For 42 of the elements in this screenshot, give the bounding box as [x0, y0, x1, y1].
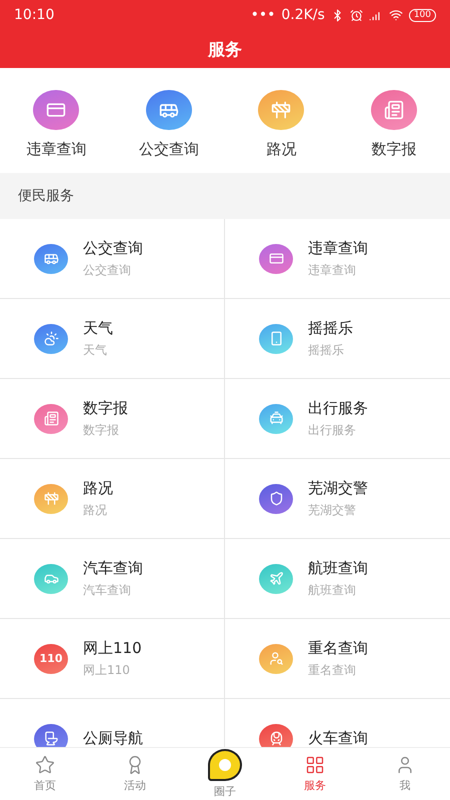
- quick-link[interactable]: 路况: [225, 90, 338, 160]
- wifi-icon: [388, 8, 403, 22]
- car-icon: [268, 411, 284, 426]
- tab[interactable]: 首页: [0, 748, 90, 800]
- bus-icon: [44, 251, 58, 266]
- grid-icon: [305, 755, 325, 775]
- star-icon: [35, 755, 55, 775]
- service-item[interactable]: 汽车查询 汽车查询: [0, 539, 225, 620]
- service-item[interactable]: 航班查询 航班查询: [225, 539, 450, 620]
- weather-icon: [44, 331, 58, 346]
- newspaper-icon: [44, 411, 58, 426]
- battery-level: 100: [408, 8, 436, 22]
- plane-icon: [268, 571, 284, 586]
- section-title: 便民服务: [18, 187, 74, 206]
- person-search-icon: [268, 651, 284, 666]
- service-item[interactable]: 芜湖交警 芜湖交警: [225, 459, 450, 540]
- service-item[interactable]: 摇摇乐 摇摇乐: [225, 299, 450, 380]
- service-item[interactable]: 重名查询 重名查询: [225, 619, 450, 700]
- page-title: 服务: [208, 38, 242, 60]
- quick-link[interactable]: 违章查询: [0, 90, 112, 160]
- tab[interactable]: 活动: [90, 748, 180, 800]
- service-item[interactable]: 110 网上110 网上110: [0, 619, 225, 700]
- service-item[interactable]: 公交查询 公交查询: [0, 219, 225, 300]
- newspaper-icon: [384, 100, 404, 120]
- service-item[interactable]: 违章查询 违章查询: [225, 219, 450, 300]
- police-icon: [268, 491, 284, 506]
- service-item[interactable]: 出行服务 出行服务: [225, 379, 450, 460]
- alarm-icon: [350, 8, 363, 22]
- phone-icon: [268, 331, 284, 346]
- service-item[interactable]: 路况 路况: [0, 459, 225, 540]
- tab[interactable]: 我: [360, 748, 450, 800]
- quick-link[interactable]: 数字报: [338, 90, 450, 160]
- card-icon: [268, 251, 284, 266]
- quick-link[interactable]: 公交查询: [112, 90, 225, 160]
- network-speed: 0.2K/s: [281, 7, 325, 23]
- tab[interactable]: 服务: [270, 748, 360, 800]
- tab[interactable]: 圈子: [180, 748, 270, 800]
- icon-label: 110: [40, 652, 62, 666]
- clock: 10:10: [14, 7, 54, 23]
- service-item[interactable]: 天气 天气: [0, 299, 225, 380]
- service-item[interactable]: 数字报 数字报: [0, 379, 225, 460]
- notification-dots: •••: [250, 7, 276, 23]
